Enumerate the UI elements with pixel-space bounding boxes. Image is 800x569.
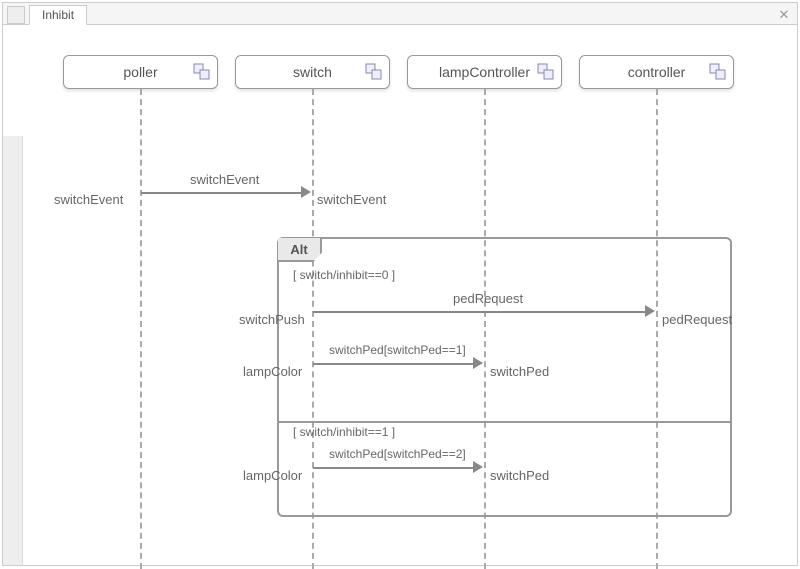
alt-divider: [279, 421, 730, 423]
lifeline-object-icon: [709, 63, 727, 81]
message-label-switchped2: switchPed[switchPed==2]: [329, 447, 466, 461]
tab-bar: Inhibit ✕: [3, 3, 797, 25]
message-start-label: lampColor: [243, 364, 302, 379]
lifeline-head-lampcontroller[interactable]: lampController: [407, 55, 562, 89]
lifeline-label: controller: [628, 64, 686, 80]
arrow-head-icon: [301, 186, 311, 198]
lifeline-head-switch[interactable]: switch: [235, 55, 390, 89]
sequence-canvas: poller switch lampController controller: [3, 25, 797, 565]
message-label-pedrequest: pedRequest: [453, 291, 523, 306]
message-end-label: switchPed: [490, 468, 549, 483]
lifeline-head-controller[interactable]: controller: [579, 55, 734, 89]
message-start-label: switchPush: [239, 312, 305, 327]
message-switchped2[interactable]: [313, 467, 473, 469]
lifeline-poller[interactable]: [140, 89, 142, 569]
diagram-frame: Inhibit ✕ poller switch lampController c…: [2, 2, 798, 566]
message-switchevent[interactable]: [141, 192, 301, 194]
lifeline-label: switch: [293, 64, 332, 80]
lifeline-label: poller: [123, 64, 157, 80]
lifeline-object-icon: [537, 63, 555, 81]
lifeline-head-poller[interactable]: poller: [63, 55, 218, 89]
message-label-switchped1: switchPed[switchPed==1]: [329, 343, 466, 357]
message-end-label: switchPed: [490, 364, 549, 379]
lifeline-label: lampController: [439, 64, 530, 80]
message-end-label: pedRequest: [662, 312, 732, 327]
guard-2: [ switch/inhibit==1 ]: [293, 425, 395, 439]
arrow-head-icon: [473, 461, 483, 473]
message-start-label: switchEvent: [54, 192, 123, 207]
message-start-label: lampColor: [243, 468, 302, 483]
tab-stub[interactable]: [7, 6, 25, 24]
message-pedrequest[interactable]: [313, 311, 645, 313]
lifeline-object-icon: [365, 63, 383, 81]
tab-inhibit[interactable]: Inhibit: [29, 5, 87, 25]
message-end-label: switchEvent: [317, 192, 386, 207]
arrow-head-icon: [473, 357, 483, 369]
message-switchped1[interactable]: [313, 363, 473, 365]
arrow-head-icon: [645, 305, 655, 317]
lifeline-object-icon: [193, 63, 211, 81]
close-icon[interactable]: ✕: [777, 7, 791, 21]
guard-1: [ switch/inhibit==0 ]: [293, 268, 395, 282]
tab-label: Inhibit: [42, 8, 74, 22]
message-label-switchevent: switchEvent: [190, 172, 259, 187]
alt-label: Alt: [290, 242, 307, 257]
alt-operator-tag: Alt: [278, 238, 322, 262]
